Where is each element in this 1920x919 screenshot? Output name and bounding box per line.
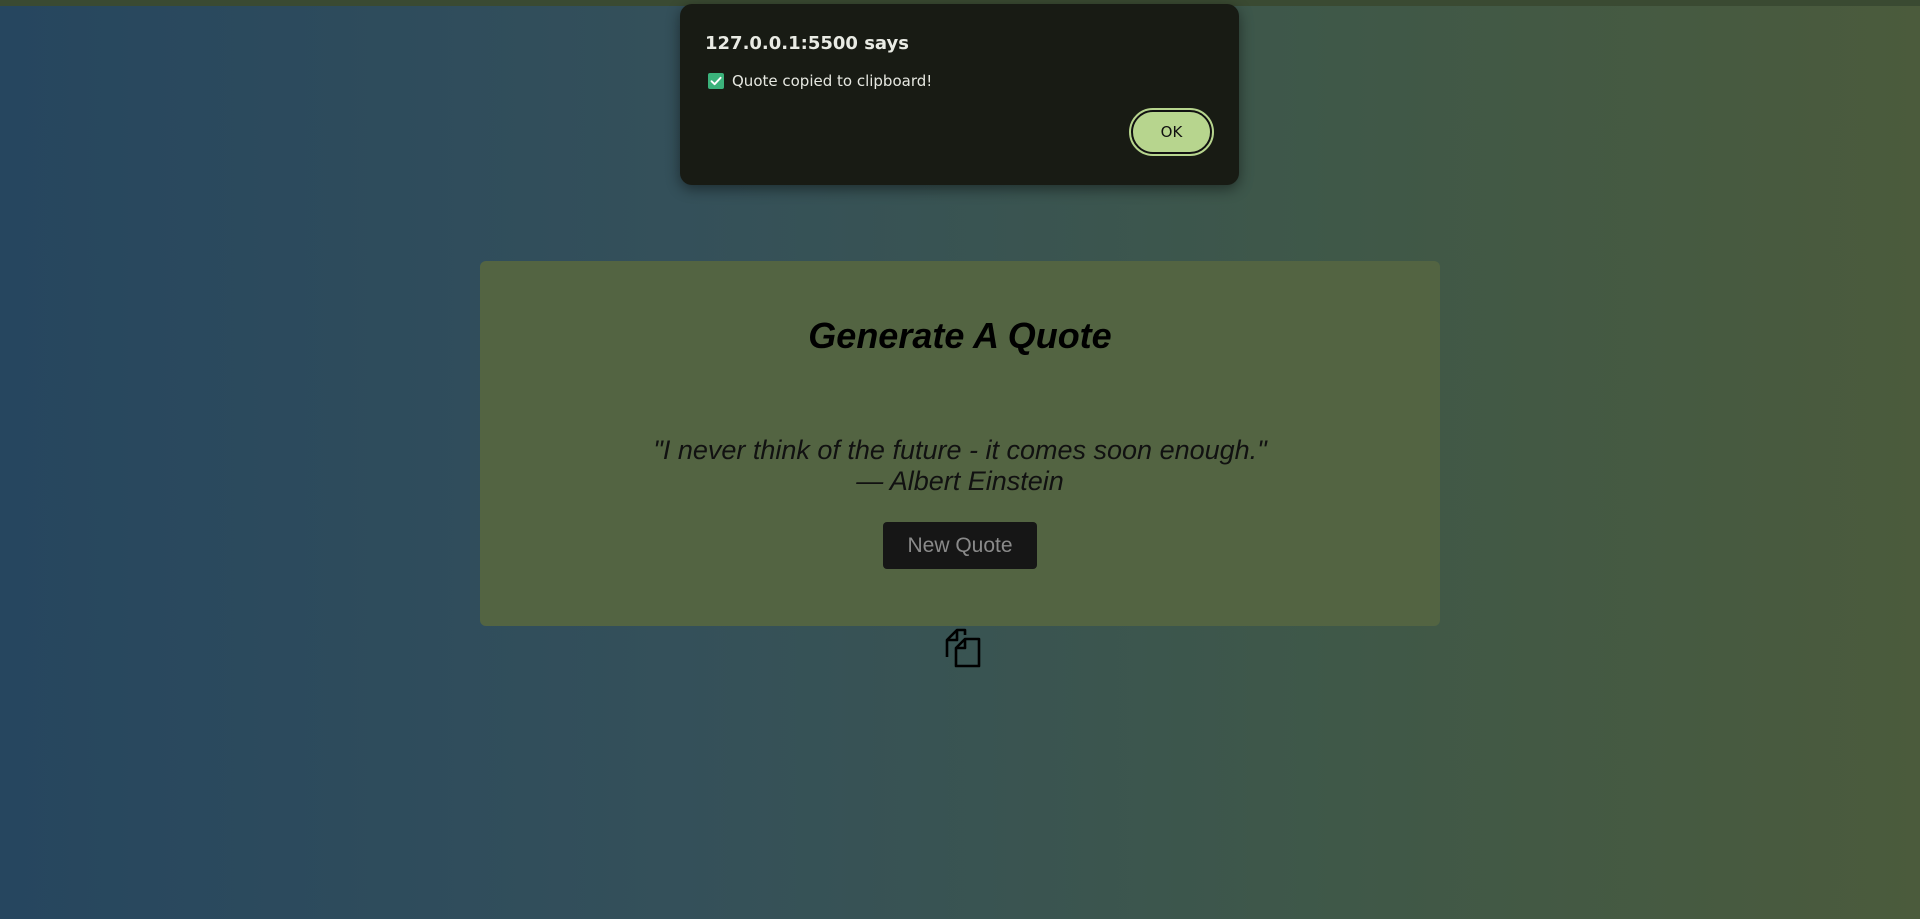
checkbox-check-icon [708,73,724,89]
dialog-message-text: Quote copied to clipboard! [732,72,933,90]
page-title: Generate A Quote [808,315,1112,356]
dialog-message: Quote copied to clipboard! [708,72,932,90]
dialog-title: 127.0.0.1:5500 says [705,33,909,54]
alert-dialog: 127.0.0.1:5500 says Quote copied to clip… [680,4,1239,185]
quote-card: Generate A Quote "I never think of the f… [480,261,1440,626]
quote-author: — Albert Einstein [856,466,1064,496]
ok-button[interactable]: OK [1129,108,1214,156]
new-quote-button[interactable]: New Quote [883,522,1037,569]
copy-icon[interactable] [938,626,982,670]
quote-text: "I never think of the future - it comes … [653,435,1267,465]
